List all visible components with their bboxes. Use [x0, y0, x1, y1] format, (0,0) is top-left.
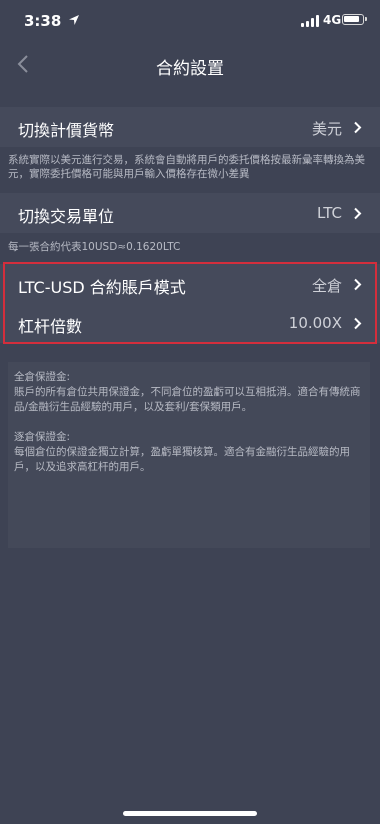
chevron-right-icon: [354, 278, 362, 291]
row-switch-currency[interactable]: 切換計價貨幣 美元: [0, 107, 380, 147]
currency-note: 系統實際以美元進行交易，系統會自動將用戶的委托價格按最新彙率轉換為美元，實際委托…: [8, 154, 365, 180]
row-account-mode[interactable]: LTC-USD 合約賬戶模式 全倉: [0, 264, 380, 304]
navigation-bar: 合約設置: [0, 44, 380, 84]
row-switch-unit[interactable]: 切換交易單位 LTC: [0, 193, 380, 233]
row-label: 杠杆倍數: [18, 317, 83, 336]
isolated-margin-desc: 每個倉位的保證金獨立計算，盈虧單獨核算。適合有金融衍生品經驗的用戶，以及追求高杠…: [14, 446, 350, 473]
row-label: 切換計價貨幣: [18, 121, 115, 140]
cross-margin-desc: 賬戶的所有倉位共用保證金，不同倉位的盈虧可以互相抵消。適合有傳統商品/金融衍生品…: [14, 386, 361, 413]
page-title: 合約設置: [156, 59, 224, 79]
row-value: 10.00X: [288, 314, 342, 332]
battery-icon: [342, 14, 367, 25]
chevron-right-icon: [354, 207, 362, 220]
cross-margin-title: 全倉保證金:: [14, 371, 71, 383]
row-value: 全倉: [311, 277, 342, 295]
network-type: 4G: [323, 13, 342, 27]
chevron-right-icon: [354, 121, 362, 134]
signal-icon: [301, 15, 319, 27]
unit-note: 每一張合約代表10USD≈0.1620LTC: [8, 241, 181, 253]
row-label: LTC-USD 合約賬戶模式: [18, 278, 186, 297]
row-leverage[interactable]: 杠杆倍數 10.00X: [0, 303, 380, 343]
status-time: 3:38: [24, 12, 62, 30]
margin-info-box: 全倉保證金: 賬戶的所有倉位共用保證金，不同倉位的盈虧可以互相抵消。適合有傳統商…: [8, 362, 370, 548]
location-arrow-icon: [69, 15, 79, 25]
status-bar: 3:38 4G: [0, 0, 380, 44]
isolated-margin-title: 逐倉保證金:: [14, 431, 71, 443]
home-indicator[interactable]: [123, 811, 257, 816]
row-value: 美元: [311, 120, 342, 138]
row-label: 切換交易單位: [18, 207, 115, 226]
row-value: LTC: [316, 204, 342, 222]
chevron-right-icon: [354, 317, 362, 330]
